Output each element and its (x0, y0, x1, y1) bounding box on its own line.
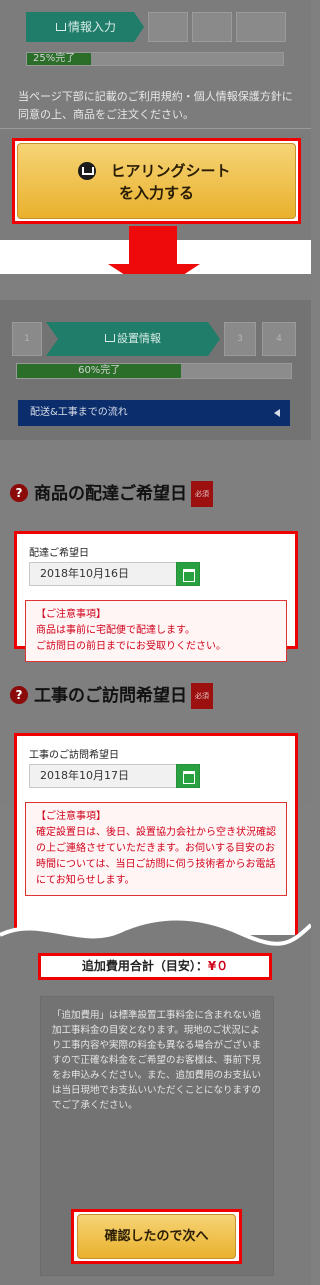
confirm-next-button[interactable]: 確認したので次へ (77, 1214, 236, 1259)
total-value: ¥０ (207, 959, 229, 973)
cart-icon (78, 162, 96, 180)
step-indicator: 1 設置情報 3 4 (6, 322, 306, 356)
calendar-icon[interactable] (176, 764, 200, 788)
question-icon: ? (10, 686, 28, 704)
step-3: 3 (224, 322, 256, 356)
step-1: 1 (12, 322, 42, 356)
visit-notice: 【ご注意事項】 確定設置日は、後日、設置協力会社から空き状況確認の上ご連絡させて… (25, 802, 287, 896)
wave-divider (0, 916, 311, 949)
divider (0, 128, 311, 129)
required-badge: 必須 (191, 481, 213, 507)
progress-bar: 25%完了 (26, 52, 284, 66)
step-placeholder (192, 12, 232, 42)
additional-cost-note: 「追加費用」は標準設置工事料金に含まれない追加工事料金の目安となります。現地のご… (52, 1010, 262, 1111)
question-icon: ? (10, 484, 28, 502)
hearing-button-line2: を入力する (118, 184, 194, 202)
step-placeholder (236, 12, 286, 42)
notice-title: 【ご注意事項】 (36, 811, 106, 822)
step-4: 4 (262, 322, 296, 356)
delivery-heading: ? 商品の配達ご希望日 必須 (10, 481, 213, 507)
delivery-date-label: 配達ご希望日 (29, 548, 89, 559)
notice-title: 【ご注意事項】 (36, 609, 106, 620)
cart-icon (105, 334, 115, 342)
caret-left-icon (274, 409, 280, 417)
required-badge: 必須 (191, 683, 213, 709)
flow-accordion-label: 配送&工事までの流れ (30, 407, 128, 418)
flow-accordion[interactable]: 配送&工事までの流れ (18, 400, 290, 426)
visit-date-label: 工事のご訪問希望日 (29, 750, 119, 761)
progress-fill: 60%完了 (17, 364, 182, 378)
notice-line: ご訪問日の前日までにお受取りください。 (36, 641, 226, 652)
hearing-button-line1: ヒアリングシート (110, 162, 231, 180)
step-indicator: 情報入力 (26, 12, 286, 42)
additional-cost-total: 追加費用合計（目安）：¥０ (38, 953, 272, 980)
progress-bar: 60%完了 (16, 363, 292, 379)
delivery-date-input[interactable]: 2018年10月16日 (29, 562, 200, 586)
visit-date-input[interactable]: 2018年10月17日 (29, 764, 200, 788)
delivery-notice: 【ご注意事項】 商品は事前に宅配便で配達します。 ご訪問日の前日までにお受取りく… (25, 600, 287, 662)
terms-notice-text: 当ページ下部に記載のご利用規約・個人情報保護方針に同意の上、商品をご注文ください… (18, 90, 293, 121)
step-install-info: 設置情報 (46, 322, 220, 356)
progress-fill: 25%完了 (27, 53, 91, 65)
total-label: 追加費用合計（目安）： (81, 959, 208, 973)
cart-icon (56, 23, 66, 31)
step-info-input: 情報入力 (26, 12, 144, 42)
step-placeholder (148, 12, 188, 42)
notice-line: 商品は事前に宅配便で配達します。 (36, 625, 195, 636)
visit-heading: ? 工事のご訪問希望日 必須 (10, 683, 213, 709)
notice-body: 確定設置日は、後日、設置協力会社から空き状況確認の上ご連絡させていただきます。お… (36, 827, 276, 886)
hearing-sheet-button[interactable]: ヒアリングシート を入力する (17, 143, 296, 219)
delivery-date-card: 配達ご希望日 2018年10月16日 【ご注意事項】 商品は事前に宅配便で配達し… (14, 531, 298, 662)
down-arrow-icon (129, 226, 177, 266)
calendar-icon[interactable] (176, 562, 200, 586)
